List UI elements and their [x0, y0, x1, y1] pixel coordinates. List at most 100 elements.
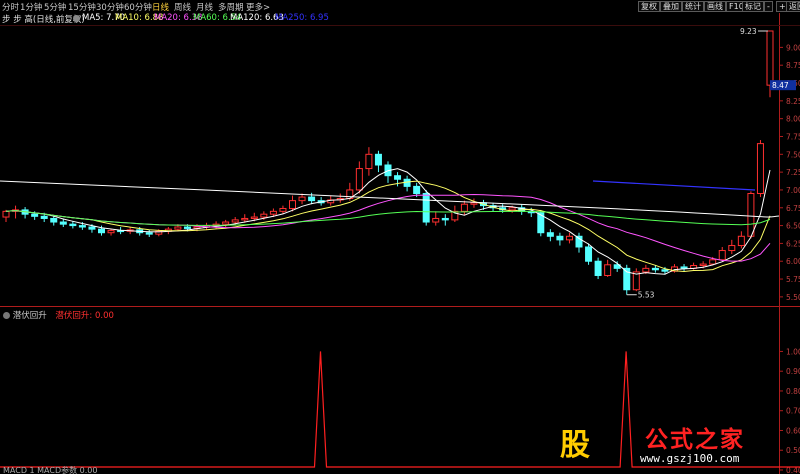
indicator-tick-label: 0.80	[786, 387, 800, 396]
candle-body	[508, 207, 516, 211]
candle-body	[432, 217, 440, 223]
price-tick-label: 8.00	[786, 115, 800, 124]
price-tick-label: 5.75	[786, 275, 800, 284]
candle-body	[737, 235, 745, 247]
candle-body	[546, 232, 554, 237]
candle-body	[2, 210, 10, 218]
candle-body	[183, 226, 191, 229]
candle-body	[289, 200, 296, 209]
price-tick-label: 8.25	[786, 97, 800, 106]
candle-body	[699, 263, 707, 267]
ma60-line	[5, 210, 771, 226]
candle-body	[269, 210, 277, 215]
candle-body	[78, 225, 86, 228]
candle-body	[651, 267, 659, 271]
current-price-label: 8.47	[772, 81, 789, 90]
price-tick-label: 7.25	[786, 168, 800, 177]
candle-body	[441, 217, 449, 221]
toolbar-button-3[interactable]: 画线	[704, 1, 726, 12]
candle-body	[308, 196, 316, 202]
candle-body	[298, 196, 306, 202]
indicator-title-bar: 潜伏回升 潜伏回升: 0.00	[3, 309, 114, 321]
indicator-tick-label: 0.60	[786, 426, 800, 435]
candle-body	[31, 213, 39, 217]
price-tick-label: 6.50	[786, 222, 800, 231]
candle-body	[766, 30, 774, 86]
high-label: 9.23	[740, 27, 757, 36]
price-tick-label: 9.00	[786, 43, 800, 52]
candle-body	[756, 143, 764, 195]
toolbar-button-0[interactable]: 复权	[638, 1, 660, 12]
candle-body	[40, 215, 48, 219]
indicator-tick-label: 0.50	[786, 446, 800, 455]
candle-body	[565, 235, 573, 241]
candle-body	[661, 269, 669, 272]
toolbar-button-1[interactable]: 叠加	[660, 1, 682, 12]
candle-body	[747, 193, 755, 237]
candle-body	[59, 221, 67, 225]
candle-body	[594, 260, 602, 276]
candle-body	[174, 226, 182, 230]
price-tick-label: 6.25	[786, 239, 800, 248]
price-tick-label: 5.50	[786, 293, 800, 302]
tab-5[interactable]: 60分钟	[124, 1, 152, 13]
tab-4[interactable]: 30分钟	[96, 1, 124, 13]
ma10-line	[5, 180, 771, 273]
tab-6[interactable]: 日线	[152, 1, 169, 13]
candle-body	[365, 153, 373, 170]
watermark-title: 公式之家	[645, 426, 745, 453]
price-tick-label: 7.00	[786, 186, 800, 195]
price-tick-label: 6.00	[786, 257, 800, 266]
tab-10[interactable]: 更多>	[246, 1, 270, 13]
toolbar-button-6[interactable]: -	[764, 1, 773, 12]
tab-9[interactable]: 多周期	[218, 1, 244, 13]
candle-body	[585, 246, 593, 262]
indicator-tick-label: 0.90	[786, 367, 800, 376]
candle-body	[374, 153, 382, 166]
candle-body	[460, 203, 468, 212]
candle-body	[260, 213, 268, 218]
settings-icon[interactable]	[73, 15, 80, 22]
tab-1[interactable]: 1分钟	[20, 1, 42, 13]
indicator-tick-label: 0.70	[786, 407, 800, 416]
settings-icon[interactable]	[3, 312, 10, 319]
candle-body	[604, 264, 612, 276]
candle-body	[422, 193, 430, 223]
candle-body	[680, 266, 688, 269]
candle-body	[50, 217, 58, 223]
period-toolbar: 分时 1分钟 5分钟 15分钟 30分钟 60分钟 日线 周线 月线 多周期 更多> 复权 叠加 统计 画线…	[0, 0, 800, 13]
price-tick-label: 7.50	[786, 150, 800, 159]
tab-8[interactable]: 月线	[196, 1, 213, 13]
candle-body	[642, 267, 650, 273]
candle-body	[88, 226, 96, 230]
candle-body	[250, 216, 258, 219]
toolbar-button-8[interactable]: 返回	[786, 1, 800, 12]
candle-body	[98, 228, 105, 234]
candle-body	[394, 175, 402, 180]
tab-0[interactable]: 分时	[2, 1, 19, 13]
low-label: 5.53	[638, 291, 655, 300]
tab-3[interactable]: 15分钟	[68, 1, 96, 13]
macd-label: MACD 1 MACD参数 0.00	[3, 466, 98, 474]
candle-body	[241, 217, 249, 221]
ma120-line	[0, 180, 780, 218]
candle-body	[69, 223, 77, 227]
candle-body	[231, 219, 239, 223]
candle-body	[222, 221, 230, 225]
candle-body	[107, 230, 115, 234]
indicator-value: 潜伏回升: 0.00	[55, 311, 114, 321]
tab-2[interactable]: 5分钟	[44, 1, 66, 13]
watermark-logo: 股	[560, 428, 590, 463]
tab-7[interactable]: 周线	[174, 1, 191, 13]
toolbar-button-2[interactable]: 统计	[682, 1, 704, 12]
candle-body	[355, 168, 363, 191]
candle-body	[413, 185, 421, 195]
ma-label-5: MA250: 6.95	[275, 13, 329, 23]
candle-body	[728, 245, 736, 252]
price-tick-label: 8.75	[786, 61, 800, 70]
candle-body	[470, 202, 478, 205]
candle-body	[709, 259, 717, 265]
toolbar-button-5[interactable]: 标记	[742, 1, 764, 12]
kline-chart[interactable]: 9.008.758.508.258.007.757.507.257.006.75…	[0, 0, 800, 474]
watermark-url: www.gszj100.com	[640, 452, 740, 465]
